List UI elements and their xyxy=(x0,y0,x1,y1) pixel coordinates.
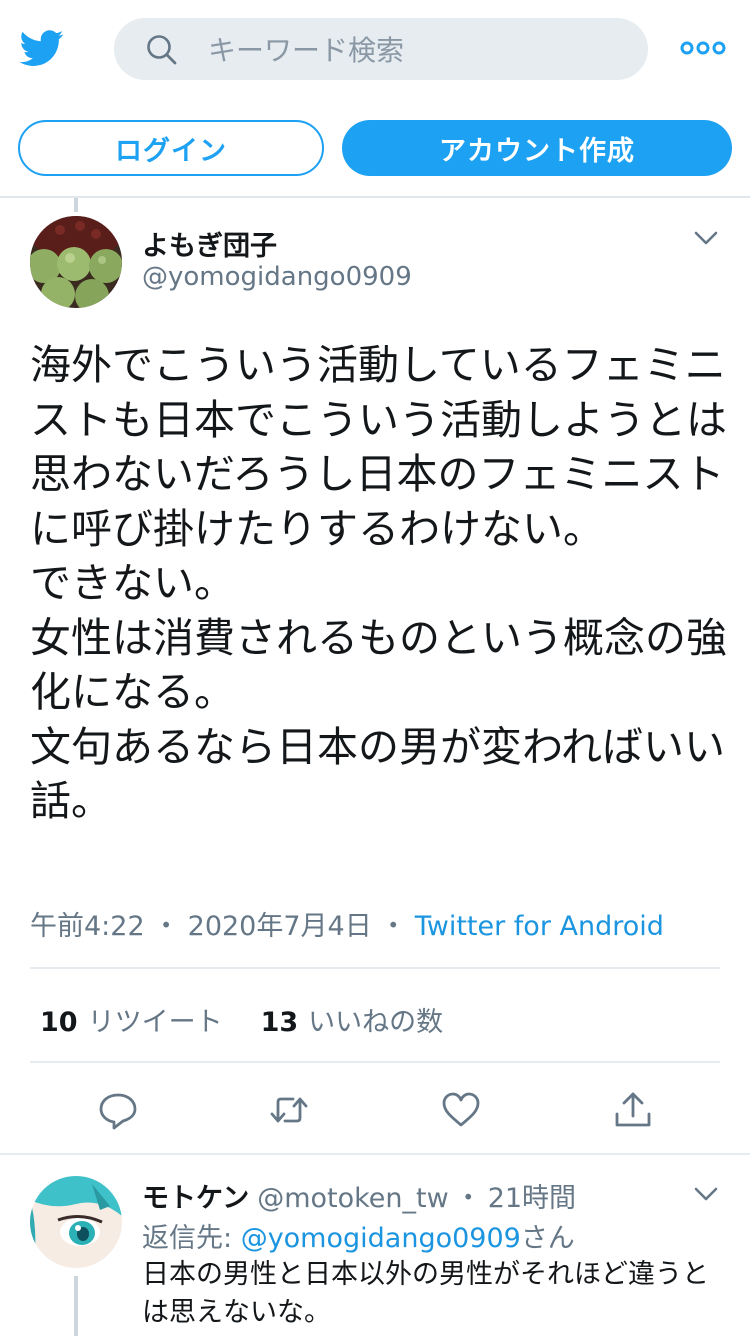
like-label: いいねの数 xyxy=(308,1007,444,1038)
chevron-down-icon[interactable] xyxy=(694,230,718,246)
divider xyxy=(0,196,750,198)
retweet-label: リツイート xyxy=(87,1007,223,1038)
tweet-text: 海外でこういう活動しているフェミニストも日本でこういう活動しようとは思わないだろ… xyxy=(30,341,727,825)
avatar[interactable] xyxy=(30,216,122,308)
more-icon[interactable] xyxy=(680,38,726,58)
tweet-date[interactable]: 2020年7月4日 xyxy=(188,911,372,942)
meta-separator: ・ xyxy=(379,911,407,942)
signup-button[interactable]: アカウント作成 xyxy=(342,120,732,176)
login-button[interactable]: ログイン xyxy=(18,120,324,176)
like-icon[interactable] xyxy=(441,1090,481,1130)
search-bar[interactable] xyxy=(114,18,648,80)
search-input[interactable] xyxy=(206,28,630,72)
tweet-time[interactable]: 午前4:22 xyxy=(30,911,145,942)
tweet-stats: 10 リツイート 13 いいねの数 xyxy=(40,1000,443,1039)
author-handle[interactable]: @yomogidango0909 xyxy=(142,262,412,292)
reply-author-name[interactable]: モトケン xyxy=(142,1183,249,1214)
twitter-logo-icon[interactable] xyxy=(18,26,66,70)
tweet-meta: 午前4:22 ・ 2020年7月4日・ Twitter for Android xyxy=(30,904,664,943)
meta-separator: ・ xyxy=(152,911,180,942)
divider xyxy=(30,967,720,969)
reply-text: 日本の男性と日本以外の男性がそれほど違うとは思えないな。 xyxy=(142,1259,709,1328)
retweet-stat[interactable]: 10 リツイート xyxy=(40,1007,223,1038)
reply-to: 返信先: @yomogidango0909さん xyxy=(142,1216,575,1255)
chevron-down-icon[interactable] xyxy=(694,1186,718,1202)
reply-icon[interactable] xyxy=(98,1090,138,1130)
tweet-source-link[interactable]: Twitter for Android xyxy=(415,911,664,942)
thread-line xyxy=(74,1276,78,1336)
divider xyxy=(0,1153,750,1155)
retweet-count: 10 xyxy=(40,1007,78,1038)
reply-author-handle[interactable]: @motoken_tw xyxy=(257,1183,449,1214)
divider xyxy=(30,1061,720,1063)
thread-line xyxy=(74,198,78,212)
like-stat[interactable]: 13 いいねの数 xyxy=(261,1007,444,1038)
like-count: 13 xyxy=(260,1007,299,1038)
meta-separator: ・ xyxy=(454,1183,482,1214)
avatar-image xyxy=(30,1176,122,1268)
avatar-image xyxy=(30,216,122,308)
retweet-icon[interactable] xyxy=(269,1090,309,1130)
share-icon[interactable] xyxy=(613,1090,653,1130)
reply-avatar[interactable] xyxy=(30,1176,122,1268)
reply-to-mention[interactable]: @yomogidango0909 xyxy=(241,1223,521,1254)
reply-time[interactable]: 21時間 xyxy=(488,1183,576,1214)
reply-to-suffix: さん xyxy=(520,1223,575,1254)
search-icon xyxy=(147,35,177,65)
reply-to-prefix: 返信先: xyxy=(142,1223,241,1254)
author-name[interactable]: よもぎ団子 xyxy=(142,224,277,263)
reply-header: モトケン @motoken_tw ・ 21時間 xyxy=(142,1176,576,1215)
